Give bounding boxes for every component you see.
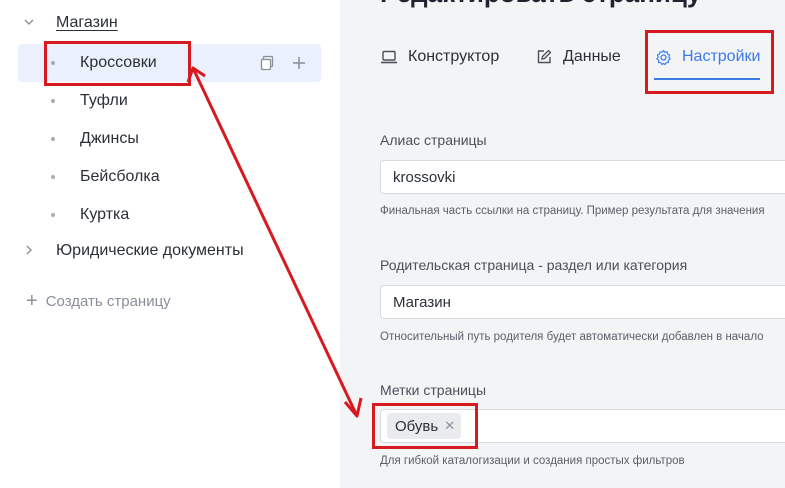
parent-page-select[interactable]: Магазин [380,285,785,319]
bullet-icon [51,213,55,217]
bullet-icon [51,99,55,103]
page-tree-panel: Магазин Кроссовки Туфли Джинсы Бейсболка… [0,0,340,488]
tree-item-kurtka[interactable]: Куртка [18,196,321,234]
gear-icon [654,48,672,66]
alias-value: krossovki [393,168,456,186]
laptop-icon [380,48,398,66]
tags-label: Метки страницы [380,382,487,398]
create-page-button[interactable]: + Создать страницу [26,289,171,313]
tab-label: Конструктор [408,48,500,65]
tree-item-label: Магазин [56,14,118,31]
row-actions [259,55,307,71]
editor-tabs: Конструктор Данные Настройки [340,36,785,86]
tree-item-label: Бейсболка [80,168,160,185]
tree-item-label: Кроссовки [80,54,157,71]
plus-icon[interactable] [291,55,307,71]
tree-item-krossovki[interactable]: Кроссовки [18,44,321,82]
tags-input[interactable]: Обувь ✕ [380,409,785,443]
tree-item-label: Туфли [80,92,128,109]
tab-constructor[interactable]: Конструктор [380,36,499,78]
tab-settings[interactable]: Настройки [654,36,761,80]
tree-item-label: Куртка [80,206,130,223]
alias-hint: Финальная часть ссылки на страницу. Прим… [380,205,765,217]
tag-chip-label: Обувь [395,417,439,435]
tree-item-legal-docs[interactable]: Юридические документы [0,232,340,270]
tag-chip: Обувь ✕ [387,413,462,439]
tab-data[interactable]: Данные [535,36,621,78]
parent-page-label: Родительская страница - раздел или катег… [380,257,688,273]
tags-hint: Для гибкой каталогизации и создания прос… [380,455,685,467]
alias-input[interactable]: krossovki [380,160,785,194]
parent-page-hint: Относительный путь родителя будет автома… [380,331,764,343]
tree-item-tufli[interactable]: Туфли [18,82,321,120]
tree-item-beysbolka[interactable]: Бейсболка [18,158,321,196]
chevron-right-icon[interactable] [22,244,36,259]
plus-icon: + [26,290,38,312]
chevron-down-icon[interactable] [22,16,36,31]
page-title: Редактировать страницу [380,0,701,9]
tree-item-label: Джинсы [80,130,139,147]
parent-page-value: Магазин [393,293,451,311]
bullet-icon [51,175,55,179]
bullet-icon [51,61,55,65]
tab-label: Данные [563,48,621,65]
tree-item-shop[interactable]: Магазин [0,4,340,42]
copy-icon[interactable] [259,55,275,71]
tree-item-dzhinsy[interactable]: Джинсы [18,120,321,158]
alias-label: Алиас страницы [380,132,487,148]
tree-item-label: Юридические документы [56,242,244,259]
tab-label: Настройки [682,48,761,65]
bullet-icon [51,137,55,141]
edit-icon [535,48,553,66]
create-page-label: Создать страницу [45,292,171,310]
page-editor-panel: Редактировать страницу Конструктор Данны… [340,0,785,488]
close-icon[interactable]: ✕ [444,418,455,434]
